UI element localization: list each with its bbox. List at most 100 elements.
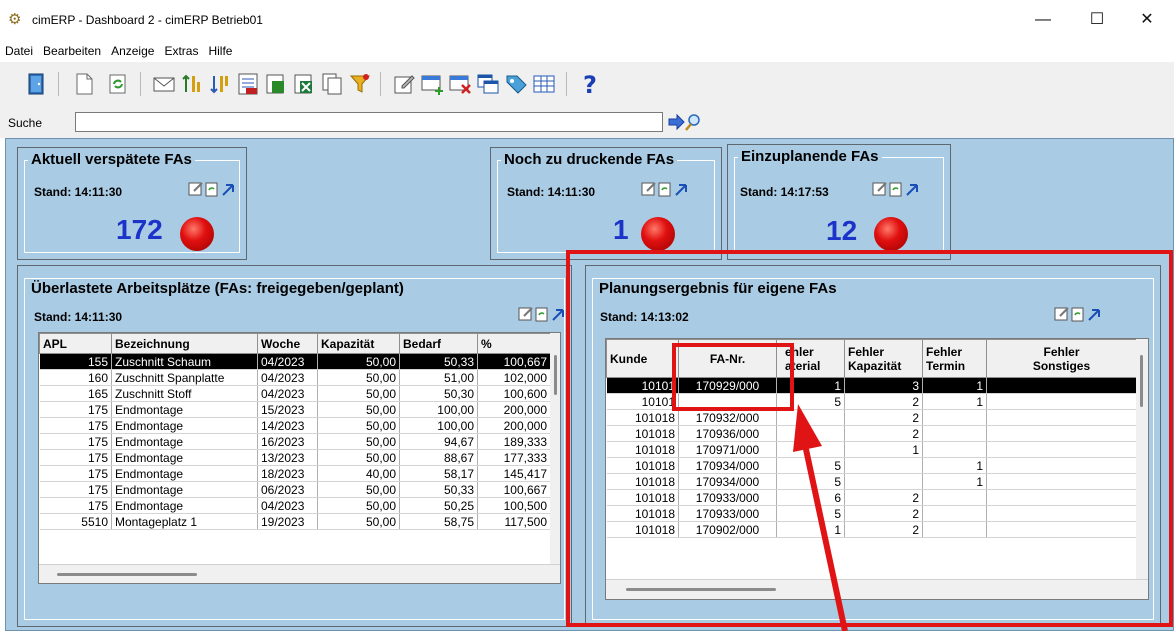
table-cell: 50,00 bbox=[317, 481, 400, 498]
table-cell: 14/2023 bbox=[257, 417, 318, 434]
table-cell: 175 bbox=[39, 465, 112, 482]
horizontal-scrollbar[interactable] bbox=[39, 564, 560, 583]
excel-icon[interactable] bbox=[292, 72, 316, 96]
sort-ascending-icon[interactable] bbox=[180, 72, 204, 96]
table-row[interactable]: 165 Zuschnitt Stoff 04/2023 50,00 50,30 100,6… bbox=[39, 385, 551, 402]
table-cell: 175 bbox=[39, 417, 112, 434]
maximize-button[interactable]: ☐ bbox=[1074, 8, 1120, 32]
exit-door-icon[interactable] bbox=[25, 72, 49, 96]
table-cell: 50,00 bbox=[317, 369, 400, 386]
table-cell: Montageplatz 1 bbox=[111, 513, 258, 530]
table-cell: 160 bbox=[39, 369, 112, 386]
search-row: Suche bbox=[0, 108, 1174, 138]
table-cell: 06/2023 bbox=[257, 481, 318, 498]
table-cell: 100,00 bbox=[399, 401, 478, 418]
panel-title: Aktuell verspätete FAs bbox=[28, 151, 195, 168]
search-label: Suche bbox=[8, 116, 43, 130]
table-row[interactable]: 175 Endmontage 18/2023 40,00 58,17 145,417 bbox=[39, 465, 551, 482]
column-header-bezeichnung[interactable]: Bezeichnung bbox=[111, 333, 258, 354]
vertical-scrollbar[interactable] bbox=[550, 333, 560, 583]
svg-text:?: ? bbox=[583, 72, 597, 96]
table-cell: 04/2023 bbox=[257, 353, 318, 370]
menu-hilfe[interactable]: Hilfe bbox=[203, 40, 237, 58]
table-cell: 58,17 bbox=[399, 465, 478, 482]
number-list-icon[interactable] bbox=[236, 72, 260, 96]
panel-actions-icon[interactable] bbox=[518, 306, 566, 322]
title-bar: ⚙ cimERP - Dashboard 2 - cimERP Betrieb0… bbox=[0, 0, 1174, 40]
panel-actions-icon[interactable] bbox=[872, 181, 920, 197]
table-row[interactable]: 175 Endmontage 15/2023 50,00 100,00 200,000 bbox=[39, 401, 551, 418]
table-cell: 50,00 bbox=[317, 433, 400, 450]
table-cell: 94,67 bbox=[399, 433, 478, 450]
search-input[interactable] bbox=[75, 112, 663, 132]
table-row[interactable]: 175 Endmontage 06/2023 50,00 50,33 100,667 bbox=[39, 481, 551, 498]
add-row-icon[interactable] bbox=[420, 72, 444, 96]
copy-icon[interactable] bbox=[320, 72, 344, 96]
edit-icon[interactable] bbox=[392, 72, 416, 96]
column-header-kapazitaet[interactable]: Kapazität bbox=[317, 333, 400, 354]
menu-bearbeiten[interactable]: Bearbeiten bbox=[38, 40, 106, 58]
ueberlastet-table: APL Bezeichnung Woche Kapazität Bedarf %… bbox=[39, 333, 551, 530]
table-row[interactable]: 175 Endmontage 16/2023 50,00 94,67 189,333 bbox=[39, 433, 551, 450]
count-value: 12 bbox=[826, 215, 858, 246]
table-header-row: APL Bezeichnung Woche Kapazität Bedarf % bbox=[39, 333, 551, 354]
help-icon[interactable]: ? bbox=[578, 72, 602, 96]
filter-icon[interactable] bbox=[348, 72, 372, 96]
table-row[interactable]: 175 Endmontage 13/2023 50,00 88,67 177,333 bbox=[39, 449, 551, 466]
grid-view-icon[interactable] bbox=[532, 72, 556, 96]
tag-icon[interactable] bbox=[504, 72, 528, 96]
table-cell: 175 bbox=[39, 401, 112, 418]
table-cell: 100,500 bbox=[477, 497, 551, 514]
search-go-icon[interactable] bbox=[666, 112, 704, 132]
column-header-woche[interactable]: Woche bbox=[257, 333, 318, 354]
refresh-icon[interactable] bbox=[106, 72, 130, 96]
status-led-red bbox=[180, 217, 214, 251]
scrollbar-thumb[interactable] bbox=[57, 573, 197, 576]
ueberlastet-table-body: 155 Zuschnitt Schaum 04/2023 50,00 50,33 100,… bbox=[39, 353, 551, 530]
table-cell: 88,67 bbox=[399, 449, 478, 466]
column-header-prozent[interactable]: % bbox=[477, 333, 551, 354]
table-row[interactable]: 175 Endmontage 14/2023 50,00 100,00 200,000 bbox=[39, 417, 551, 434]
close-button[interactable]: ✕ bbox=[1124, 8, 1170, 32]
table-cell: 15/2023 bbox=[257, 401, 318, 418]
column-header-apl[interactable]: APL bbox=[39, 333, 112, 354]
minimize-button[interactable]: — bbox=[1020, 8, 1066, 32]
ueberlastet-grid: APL Bezeichnung Woche Kapazität Bedarf %… bbox=[38, 332, 561, 584]
table-cell: 165 bbox=[39, 385, 112, 402]
table-cell: 50,25 bbox=[399, 497, 478, 514]
table-cell: Endmontage bbox=[111, 465, 258, 482]
scrollbar-thumb[interactable] bbox=[554, 355, 557, 395]
panel-noch-zu-druckende-fas: Noch zu druckende FAs Stand: 14:11:30 1 bbox=[490, 147, 722, 260]
sort-descending-icon[interactable] bbox=[208, 72, 232, 96]
new-document-icon[interactable] bbox=[72, 72, 96, 96]
table-row[interactable]: 5510 Montageplatz 1 19/2023 50,00 58,75 117,5… bbox=[39, 513, 551, 530]
table-cell: Endmontage bbox=[111, 481, 258, 498]
annotation-arrow-icon bbox=[793, 404, 848, 631]
table-row[interactable]: 155 Zuschnitt Schaum 04/2023 50,00 50,33 100,… bbox=[39, 353, 551, 370]
table-cell: 175 bbox=[39, 481, 112, 498]
table-cell: Zuschnitt Stoff bbox=[111, 385, 258, 402]
panel-actions-icon[interactable] bbox=[641, 181, 689, 197]
panel-ueberlastete-arbeitsplaetze: Überlastete Arbeitsplätze (FAs: freigege… bbox=[17, 265, 572, 627]
delete-row-icon[interactable] bbox=[448, 72, 472, 96]
menu-datei[interactable]: Datei bbox=[0, 40, 38, 58]
export-icon[interactable] bbox=[264, 72, 288, 96]
windows-icon[interactable] bbox=[476, 72, 500, 96]
stand-time: Stand: 14:11:30 bbox=[507, 185, 596, 199]
table-row[interactable]: 160 Zuschnitt Spanplatte 04/2023 50,00 51,00… bbox=[39, 369, 551, 386]
menu-anzeige[interactable]: Anzeige bbox=[106, 40, 159, 58]
table-cell: 50,00 bbox=[317, 449, 400, 466]
table-row[interactable]: 175 Endmontage 04/2023 50,00 50,25 100,500 bbox=[39, 497, 551, 514]
table-cell: 50,00 bbox=[317, 353, 400, 370]
table-cell: 50,30 bbox=[399, 385, 478, 402]
column-header-bedarf[interactable]: Bedarf bbox=[399, 333, 478, 354]
panel-actions-icon[interactable] bbox=[188, 181, 236, 197]
table-cell: 5510 bbox=[39, 513, 112, 530]
table-cell: 175 bbox=[39, 449, 112, 466]
mail-icon[interactable] bbox=[152, 72, 176, 96]
stand-time: Stand: 14:11:30 bbox=[34, 310, 123, 324]
menu-extras[interactable]: Extras bbox=[159, 40, 203, 58]
table-cell: 200,000 bbox=[477, 401, 551, 418]
table-cell: 50,00 bbox=[317, 497, 400, 514]
panel-title: Einzuplanende FAs bbox=[738, 148, 882, 165]
